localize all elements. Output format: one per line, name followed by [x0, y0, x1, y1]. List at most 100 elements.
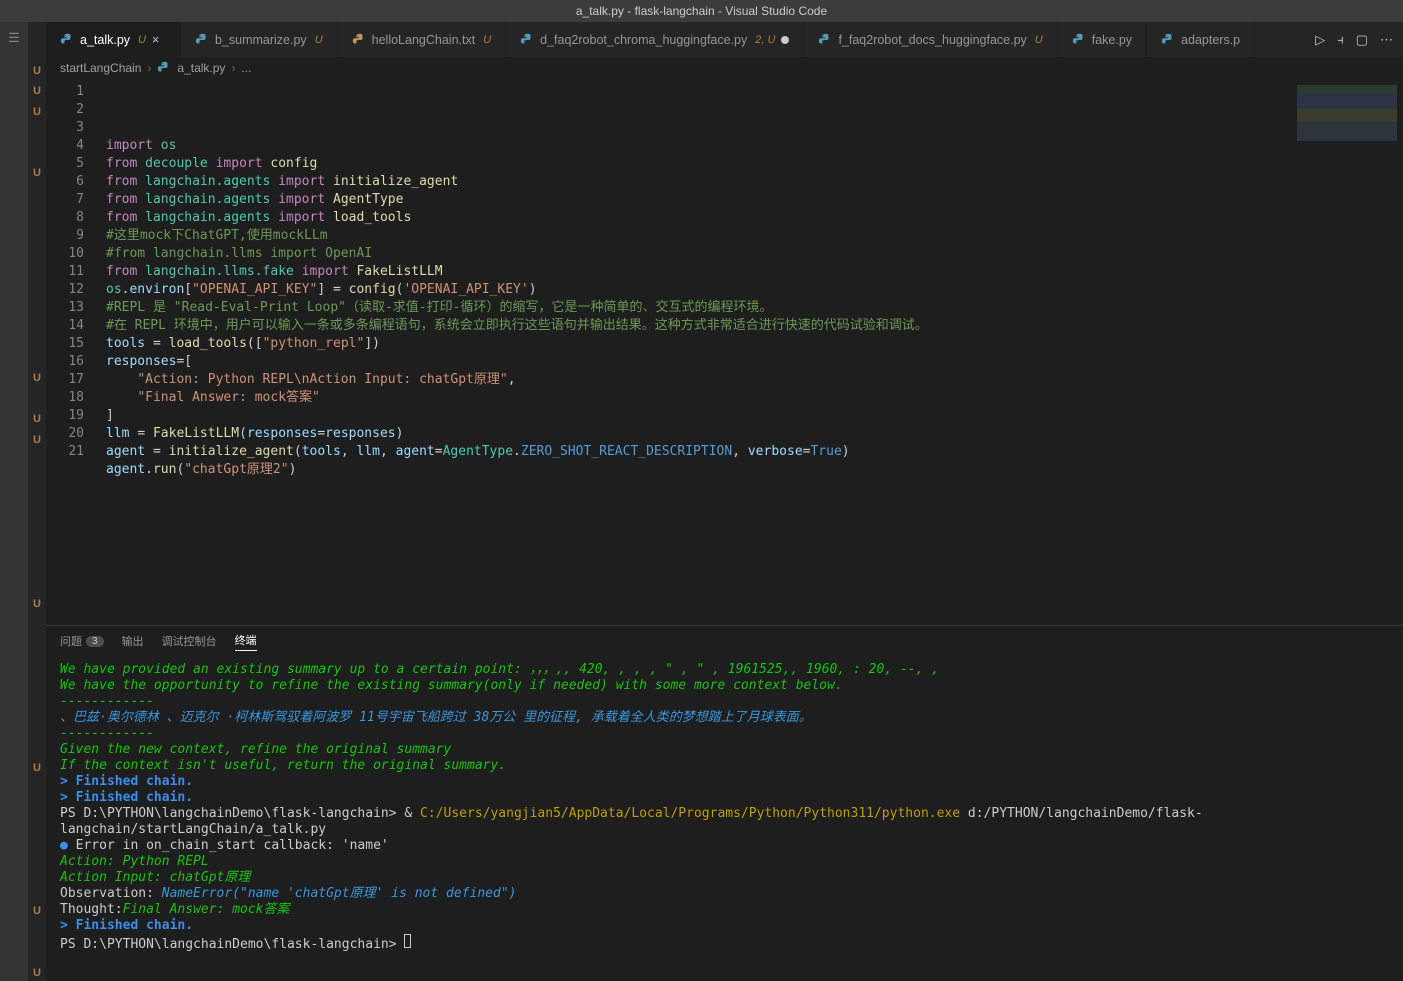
file-icon — [1072, 33, 1086, 47]
code-line[interactable]: from langchain.agents import load_tools — [106, 209, 1403, 227]
run-icon[interactable]: ▷ — [1315, 32, 1325, 48]
code-line[interactable]: from langchain.llms.fake import FakeList… — [106, 263, 1403, 281]
code-line[interactable]: #REPL 是 "Read-Eval-Print Loop"（读取-求值-打印-… — [106, 299, 1403, 317]
code-line[interactable]: #这里mock下ChatGPT,使用mockLLm — [106, 227, 1403, 245]
panel-tab-输出[interactable]: 输出 — [122, 633, 144, 649]
terminal-line: Observation: NameError("name 'chatGpt原理'… — [60, 886, 1389, 902]
scm-mark: U — [33, 165, 41, 182]
panel-tab-label: 调试控制台 — [162, 633, 217, 649]
tab-status: U — [138, 34, 146, 46]
scm-mark: U — [33, 760, 41, 777]
tab-status: U — [1035, 34, 1043, 46]
terminal-line: We have provided an existing summary up … — [60, 662, 1389, 678]
breadcrumb-more[interactable]: ... — [241, 61, 251, 75]
file-icon — [520, 33, 534, 47]
tab-label: f_faq2robot_docs_huggingface.py — [838, 33, 1026, 47]
code-line[interactable]: responses=[ — [106, 353, 1403, 371]
tab-status: U — [315, 34, 323, 46]
modified-dot-icon — [781, 36, 789, 44]
tab-label: a_talk.py — [80, 33, 130, 47]
terminal-line: If the context isn't useful, return the … — [60, 758, 1389, 774]
panel-tab-问题[interactable]: 问题3 — [60, 633, 104, 649]
scm-mark: U — [33, 965, 41, 981]
editor-tabs: a_talk.py U × b_summarize.py UhelloLangChain… — [46, 22, 1403, 57]
file-icon — [195, 33, 209, 47]
tab-d_faq2robot_chroma_huggingface-py[interactable]: d_faq2robot_chroma_huggingface.py2, U — [506, 22, 804, 57]
scm-mark: U — [33, 903, 41, 920]
code-line[interactable]: "Action: Python REPL\nAction Input: chat… — [106, 371, 1403, 389]
scm-mark: U — [33, 370, 41, 387]
panel-tab-label: 问题 — [60, 633, 82, 649]
terminal-line: Thought:Final Answer: mock答案 — [60, 902, 1389, 918]
editor[interactable]: 123456789101112131415161718192021 import… — [46, 79, 1403, 625]
tab-adapters-p[interactable]: adapters.p — [1147, 22, 1255, 57]
code-line[interactable]: import os — [106, 137, 1403, 155]
terminal-line: ------------ — [60, 694, 1389, 710]
code-line[interactable]: agent = initialize_agent(tools, llm, age… — [106, 443, 1403, 461]
file-icon — [1161, 33, 1175, 47]
tab-f_faq2robot_docs_huggingface-py[interactable]: f_faq2robot_docs_huggingface.py U — [804, 22, 1057, 57]
terminal-line: PS D:\PYTHON\langchainDemo\flask-langcha… — [60, 934, 1389, 953]
panel-tabs: 问题3 输出 调试控制台 终端 — [46, 626, 1403, 656]
close-icon[interactable]: × — [152, 33, 166, 47]
breadcrumb-root[interactable]: startLangChain — [60, 61, 141, 75]
code-line[interactable]: agent.run("chatGpt原理2") — [106, 461, 1403, 479]
file-icon — [60, 33, 74, 47]
tab-helloLangChain-txt[interactable]: helloLangChain.txtU — [338, 22, 507, 57]
tab-a_talk-py[interactable]: a_talk.py U × — [46, 22, 181, 57]
menu-icon[interactable]: ☰ — [8, 30, 20, 46]
terminal[interactable]: We have provided an existing summary up … — [46, 656, 1403, 981]
code-line[interactable]: ] — [106, 407, 1403, 425]
tab-actions: ▷ ⫞ ▢ ⋯ — [1305, 22, 1403, 57]
scm-mark: U — [33, 596, 41, 613]
titlebar: a_talk.py - flask-langchain - Visual Stu… — [0, 0, 1403, 22]
terminal-line: > Finished chain. — [60, 790, 1389, 806]
breadcrumb[interactable]: startLangChain › a_talk.py › ... — [46, 57, 1403, 79]
tab-label: helloLangChain.txt — [372, 33, 476, 47]
terminal-line: > Finished chain. — [60, 918, 1389, 934]
scm-mark: U — [33, 432, 41, 449]
code-content[interactable]: import osfrom decouple import configfrom… — [94, 79, 1403, 625]
window-title: a_talk.py - flask-langchain - Visual Stu… — [576, 4, 827, 18]
tab-label: b_summarize.py — [215, 33, 307, 47]
terminal-line: We have the opportunity to refine the ex… — [60, 678, 1389, 694]
terminal-line: PS D:\PYTHON\langchainDemo\flask-langcha… — [60, 806, 1389, 838]
line-numbers: 123456789101112131415161718192021 — [46, 79, 94, 625]
terminal-line: Action: Python REPL — [60, 854, 1389, 870]
scm-mark: U — [33, 83, 41, 100]
code-line[interactable]: from langchain.agents import initialize_… — [106, 173, 1403, 191]
panel-tab-终端[interactable]: 终端 — [235, 632, 257, 651]
minimap[interactable] — [1297, 85, 1397, 165]
panel: 问题3 输出 调试控制台 终端 We have provided an existin… — [46, 625, 1403, 981]
terminal-line: ------------ — [60, 726, 1389, 742]
terminal-line: Given the new context, refine the origin… — [60, 742, 1389, 758]
code-line[interactable]: from langchain.agents import AgentType — [106, 191, 1403, 209]
more-icon[interactable]: ⋯ — [1380, 32, 1393, 48]
code-line[interactable]: tools = load_tools(["python_repl"]) — [106, 335, 1403, 353]
code-line[interactable]: os.environ["OPENAI_API_KEY"] = config('O… — [106, 281, 1403, 299]
scm-mark: U — [33, 63, 41, 80]
scm-gutter: UUUUUUUUUUU — [28, 22, 46, 981]
layout-icon[interactable]: ▢ — [1356, 32, 1368, 48]
file-icon — [818, 33, 832, 47]
panel-tab-调试控制台[interactable]: 调试控制台 — [162, 633, 217, 649]
chevron-right-icon: › — [147, 61, 151, 75]
split-icon[interactable]: ⫞ — [1337, 32, 1344, 48]
tab-fake-py[interactable]: fake.py — [1058, 22, 1147, 57]
code-line[interactable]: from decouple import config — [106, 155, 1403, 173]
tab-label: adapters.p — [1181, 33, 1240, 47]
code-line[interactable]: #在 REPL 环境中，用户可以输入一条或多条编程语句，系统会立即执行这些语句并… — [106, 317, 1403, 335]
activity-bar: ☰ — [0, 22, 28, 981]
tab-label: fake.py — [1092, 33, 1132, 47]
python-file-icon — [157, 61, 171, 75]
panel-tab-label: 输出 — [122, 633, 144, 649]
code-line[interactable]: #from langchain.llms import OpenAI — [106, 245, 1403, 263]
code-line[interactable]: "Final Answer: mock答案" — [106, 389, 1403, 407]
breadcrumb-file[interactable]: a_talk.py — [177, 61, 225, 75]
tab-label: d_faq2robot_chroma_huggingface.py — [540, 33, 747, 47]
code-line[interactable]: llm = FakeListLLM(responses=responses) — [106, 425, 1403, 443]
terminal-line: 、巴兹·奥尔德林 、迈克尔 ·柯林斯驾驭着阿波罗 11号宇宙飞船跨过 38万公 … — [60, 710, 1389, 726]
tab-b_summarize-py[interactable]: b_summarize.py U — [181, 22, 338, 57]
cursor — [404, 934, 411, 948]
file-icon — [352, 33, 366, 47]
